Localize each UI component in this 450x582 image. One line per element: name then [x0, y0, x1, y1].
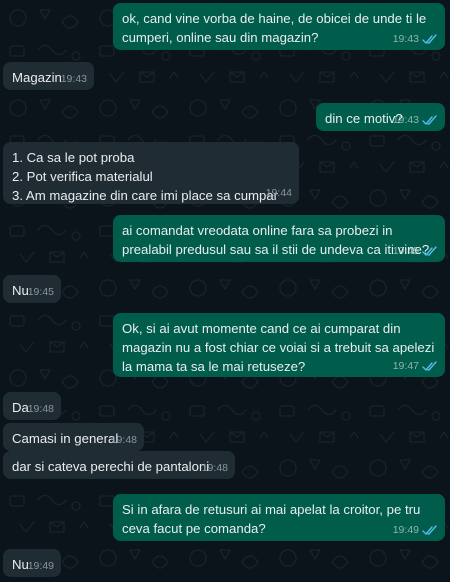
- message-text: 1. Ca sa le pot proba 2. Pot verifica ma…: [12, 150, 279, 203]
- message-text: Ok, si ai avut momente cand ce ai cumpar…: [122, 321, 438, 374]
- message-time: 19:47: [392, 360, 419, 372]
- message-outgoing[interactable]: Si in afara de retusuri ai mai apelat la…: [113, 494, 445, 541]
- message-time: 19:43: [392, 114, 419, 126]
- message-meta: 19:47: [393, 360, 438, 373]
- message-text: ok, cand vine vorba de haine, de obicei …: [122, 11, 430, 45]
- message-meta: 19:45: [28, 286, 54, 299]
- message-text: Si in afara de retusuri ai mai apelat la…: [122, 502, 425, 536]
- message-incoming[interactable]: Nu 19:45: [3, 275, 61, 303]
- message-incoming[interactable]: 1. Ca sa le pot proba 2. Pot verifica ma…: [3, 142, 299, 204]
- message-meta: 19:44: [266, 187, 292, 200]
- message-outgoing[interactable]: din ce motiv? 19:43: [316, 103, 445, 131]
- message-meta: 19:43: [393, 33, 438, 46]
- double-check-read-icon: [422, 34, 438, 45]
- message-time: 19:44: [265, 187, 292, 199]
- message-outgoing[interactable]: ai comandat vreodata online fara sa prob…: [113, 215, 445, 262]
- message-incoming[interactable]: dar si cateva perechi de pantaloni 19:48: [3, 451, 235, 479]
- message-time: 19:49: [392, 524, 419, 536]
- message-meta: 19:49: [28, 560, 54, 573]
- message-time: 19:43: [392, 33, 419, 45]
- message-time: 19:48: [27, 403, 54, 415]
- message-meta: 19:45: [393, 245, 438, 258]
- message-time: 19:45: [27, 286, 54, 298]
- message-time: 19:43: [60, 73, 87, 85]
- double-check-read-icon: [422, 246, 438, 257]
- message-meta: 19:43: [393, 114, 438, 127]
- message-meta: 19:48: [111, 434, 137, 447]
- message-time: 19:45: [392, 245, 419, 257]
- double-check-read-icon: [422, 115, 438, 126]
- message-outgoing[interactable]: ok, cand vine vorba de haine, de obicei …: [113, 3, 445, 50]
- double-check-read-icon: [422, 361, 438, 372]
- message-meta: 19:48: [202, 462, 228, 475]
- message-time: 19:49: [27, 560, 54, 572]
- message-meta: 19:49: [393, 524, 438, 537]
- message-incoming[interactable]: Camasi in general 19:48: [3, 423, 144, 451]
- message-incoming[interactable]: Nu 19:49: [3, 549, 61, 577]
- message-time: 19:48: [110, 434, 137, 446]
- message-meta: 19:43: [61, 73, 87, 86]
- message-text: dar si cateva perechi de pantaloni: [12, 459, 210, 474]
- message-time: 19:48: [201, 462, 228, 474]
- message-meta: 19:48: [28, 403, 54, 416]
- message-text: ai comandat vreodata online fara sa prob…: [122, 223, 430, 257]
- double-check-read-icon: [422, 525, 438, 536]
- message-outgoing[interactable]: Ok, si ai avut momente cand ce ai cumpar…: [113, 313, 445, 377]
- message-incoming[interactable]: Magazin 19:43: [3, 62, 94, 90]
- message-incoming[interactable]: Da 19:48: [3, 392, 61, 420]
